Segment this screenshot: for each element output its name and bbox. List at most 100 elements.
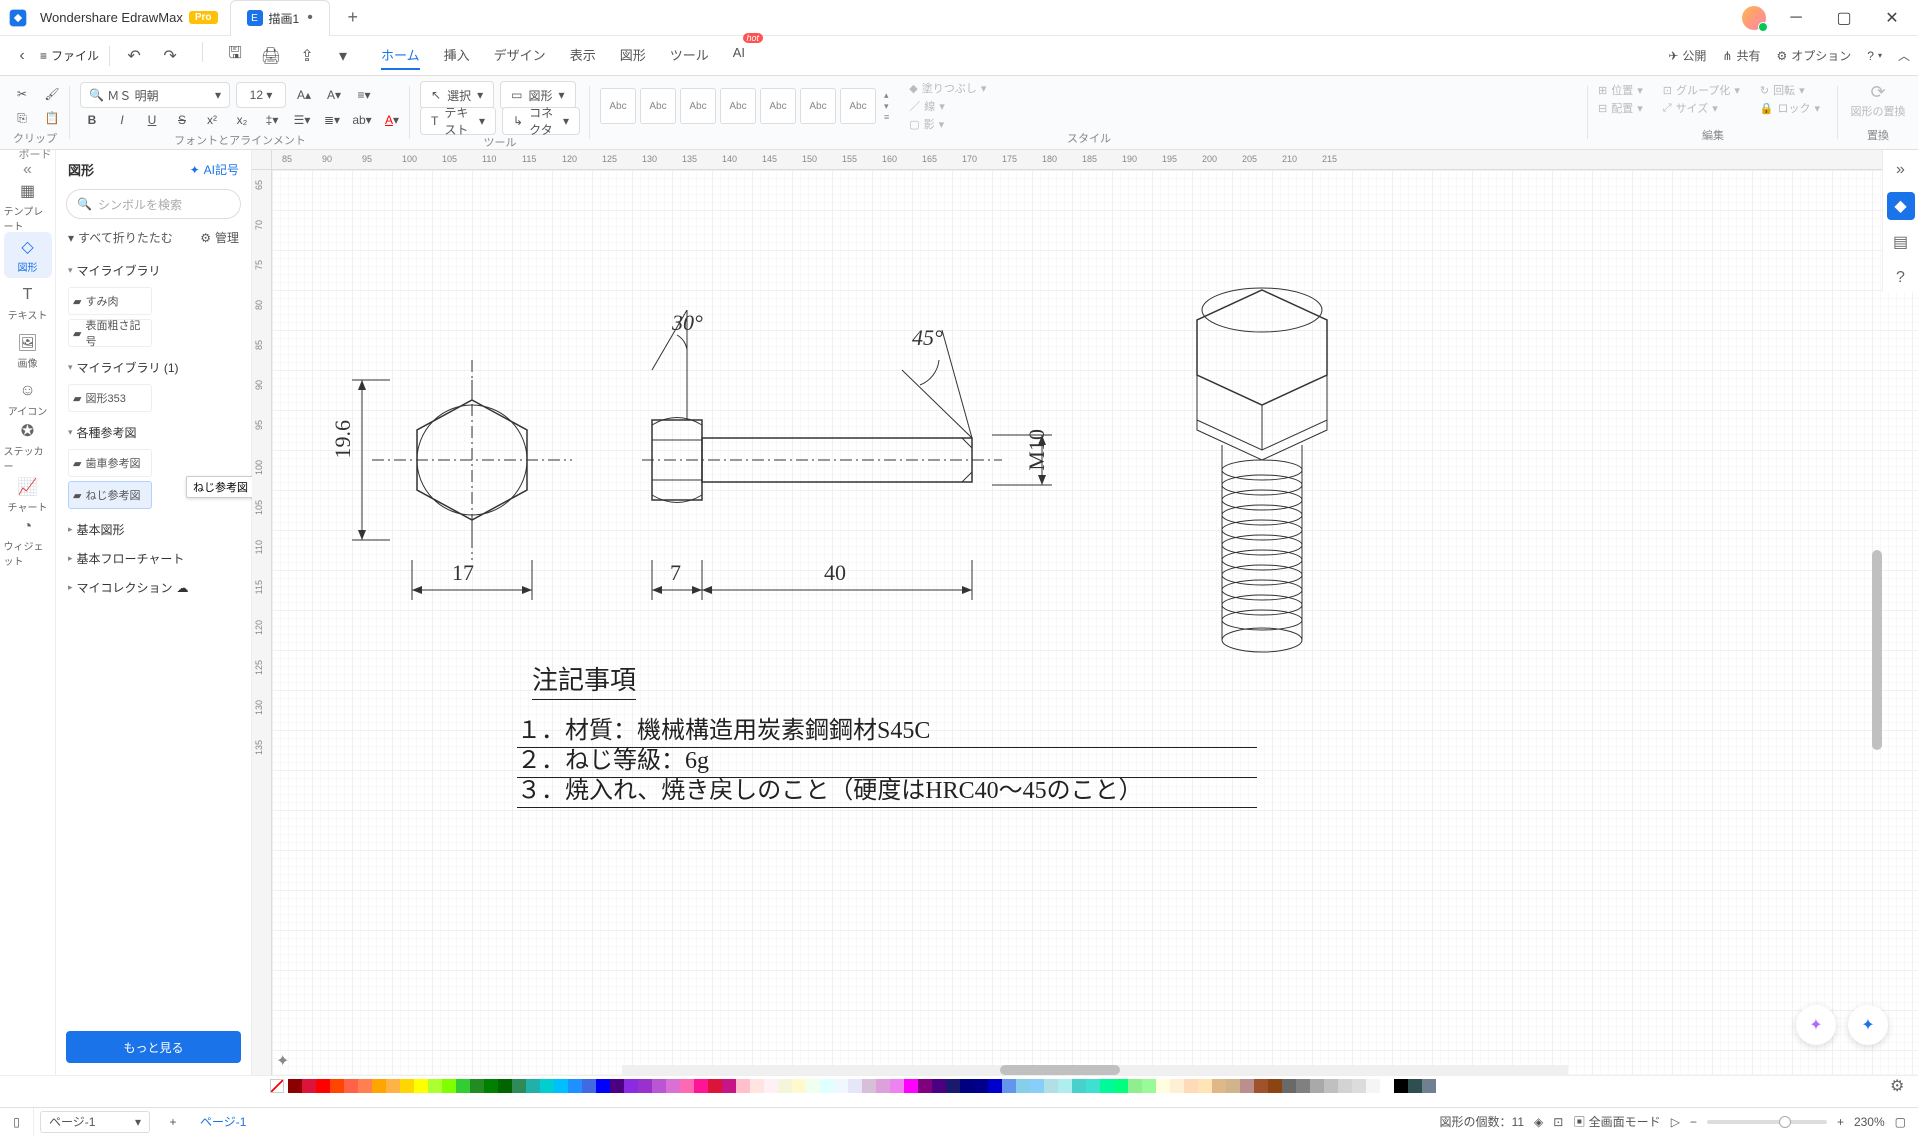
color-swatch[interactable]: [820, 1079, 834, 1093]
replace-shape-icon[interactable]: ⟳: [1870, 82, 1885, 103]
section-mycollection[interactable]: ▸マイコレクション ☁: [56, 573, 251, 602]
style-item[interactable]: Abc: [640, 88, 676, 124]
color-swatch[interactable]: [680, 1079, 694, 1093]
color-swatch[interactable]: [498, 1079, 512, 1093]
minimize-button[interactable]: ─: [1778, 3, 1814, 33]
color-swatch[interactable]: [1296, 1079, 1310, 1093]
bold-button[interactable]: B: [80, 108, 104, 132]
zoom-slider[interactable]: [1707, 1120, 1827, 1124]
color-swatch[interactable]: [666, 1079, 680, 1093]
save-button[interactable]: 🖫: [221, 42, 249, 70]
color-swatch[interactable]: [946, 1079, 960, 1093]
color-swatch[interactable]: [722, 1079, 736, 1093]
paste-button[interactable]: 📋: [40, 106, 64, 130]
color-swatch[interactable]: [1142, 1079, 1156, 1093]
right-properties[interactable]: ◆: [1887, 192, 1915, 220]
rail-widget[interactable]: ◔ウィジェット: [4, 520, 52, 566]
close-button[interactable]: ✕: [1874, 3, 1910, 33]
decrease-font[interactable]: A▾: [322, 83, 346, 107]
new-tab-button[interactable]: +: [338, 7, 368, 28]
presentation-icon[interactable]: ▷: [1671, 1115, 1680, 1129]
group-menu[interactable]: ⊡ グループ化 ▾: [1663, 82, 1740, 98]
bolt-3d-view[interactable]: [1152, 280, 1372, 660]
color-swatch[interactable]: [568, 1079, 582, 1093]
color-swatch[interactable]: [1086, 1079, 1100, 1093]
color-swatch[interactable]: [1016, 1079, 1030, 1093]
color-swatch[interactable]: [1156, 1079, 1170, 1093]
shape-gear-ref[interactable]: ▰ 歯車参考図: [68, 449, 152, 477]
more-qat[interactable]: ▾: [329, 42, 357, 70]
color-swatch[interactable]: [624, 1079, 638, 1093]
color-swatch[interactable]: [1408, 1079, 1422, 1093]
connector-tool[interactable]: ↳ コネクタ ▾: [502, 107, 580, 135]
section-mylib1[interactable]: ▾マイライブラリ (1): [56, 353, 251, 382]
color-swatch[interactable]: [1128, 1079, 1142, 1093]
color-swatch[interactable]: [974, 1079, 988, 1093]
gallery-more[interactable]: ≡: [884, 112, 889, 122]
superscript[interactable]: x²: [200, 108, 224, 132]
fill-menu[interactable]: ◆ 塗りつぶし ▾: [909, 80, 986, 96]
redo-button[interactable]: ↷: [156, 42, 184, 70]
dim-19-6[interactable]: [332, 370, 392, 550]
rail-chart[interactable]: 📈チャート: [4, 472, 52, 518]
publish-button[interactable]: ✈公開: [1668, 47, 1706, 64]
color-swatch[interactable]: [414, 1079, 428, 1093]
rail-image[interactable]: 🖼画像: [4, 328, 52, 374]
bullet-list[interactable]: ≣▾: [320, 108, 344, 132]
rail-text[interactable]: Tテキスト: [4, 280, 52, 326]
italic-button[interactable]: I: [110, 108, 134, 132]
color-swatch[interactable]: [386, 1079, 400, 1093]
color-swatch[interactable]: [988, 1079, 1002, 1093]
color-swatch[interactable]: [316, 1079, 330, 1093]
no-color[interactable]: [270, 1079, 284, 1093]
color-swatch[interactable]: [1184, 1079, 1198, 1093]
print-button[interactable]: 🖨: [257, 42, 285, 70]
line-menu[interactable]: ／ 線 ▾: [909, 98, 986, 114]
color-swatch[interactable]: [806, 1079, 820, 1093]
fit-icon[interactable]: ⊡: [1553, 1115, 1563, 1129]
gallery-up[interactable]: ▴: [884, 90, 889, 101]
color-swatch[interactable]: [1422, 1079, 1436, 1093]
color-swatch[interactable]: [694, 1079, 708, 1093]
page-width-view[interactable]: ▯: [0, 1108, 34, 1136]
color-swatch[interactable]: [1072, 1079, 1086, 1093]
color-swatch[interactable]: [708, 1079, 722, 1093]
color-swatch[interactable]: [1100, 1079, 1114, 1093]
color-swatch[interactable]: [400, 1079, 414, 1093]
note-3[interactable]: ３．焼入れ、焼き戻しのこと（硬度はHRC40～45のこと）: [517, 770, 1257, 808]
color-swatch[interactable]: [512, 1079, 526, 1093]
color-settings[interactable]: ⚙: [1890, 1076, 1910, 1096]
color-swatch[interactable]: [1170, 1079, 1184, 1093]
style-item[interactable]: Abc: [600, 88, 636, 124]
color-swatch[interactable]: [596, 1079, 610, 1093]
back-button[interactable]: ‹: [8, 42, 36, 70]
ai-fab-2[interactable]: ✦: [1848, 1005, 1888, 1045]
zoom-value[interactable]: 230%: [1854, 1115, 1885, 1129]
scrollbar-horizontal[interactable]: [622, 1065, 1568, 1075]
user-avatar[interactable]: [1742, 6, 1766, 30]
copy-button[interactable]: ⎘: [10, 106, 34, 130]
color-swatch[interactable]: [442, 1079, 456, 1093]
color-swatch[interactable]: [1002, 1079, 1016, 1093]
shape-fillet[interactable]: ▰ すみ肉: [68, 287, 152, 315]
zoom-dropdown[interactable]: ▢: [1895, 1115, 1906, 1129]
tab-view[interactable]: 表示: [570, 41, 596, 70]
text-transform[interactable]: ab▾: [350, 108, 374, 132]
share-button[interactable]: ⋔共有: [1722, 47, 1760, 64]
color-swatch[interactable]: [652, 1079, 666, 1093]
color-swatch[interactable]: [1212, 1079, 1226, 1093]
style-item[interactable]: Abc: [680, 88, 716, 124]
expand-right-rail[interactable]: »: [1887, 156, 1915, 184]
color-swatch[interactable]: [1310, 1079, 1324, 1093]
notes-title[interactable]: 注記事項: [532, 660, 636, 700]
add-page[interactable]: +: [156, 1108, 190, 1136]
color-swatch[interactable]: [778, 1079, 792, 1093]
manage-library[interactable]: ⚙ 管理: [200, 229, 239, 246]
color-swatch[interactable]: [358, 1079, 372, 1093]
text-tool[interactable]: T テキスト ▾: [420, 107, 496, 135]
color-swatch[interactable]: [918, 1079, 932, 1093]
line-spacing[interactable]: ‡▾: [260, 108, 284, 132]
color-swatch[interactable]: [1226, 1079, 1240, 1093]
rail-shape[interactable]: ◇図形: [4, 232, 52, 278]
rail-template[interactable]: ▦テンプレート: [4, 184, 52, 230]
